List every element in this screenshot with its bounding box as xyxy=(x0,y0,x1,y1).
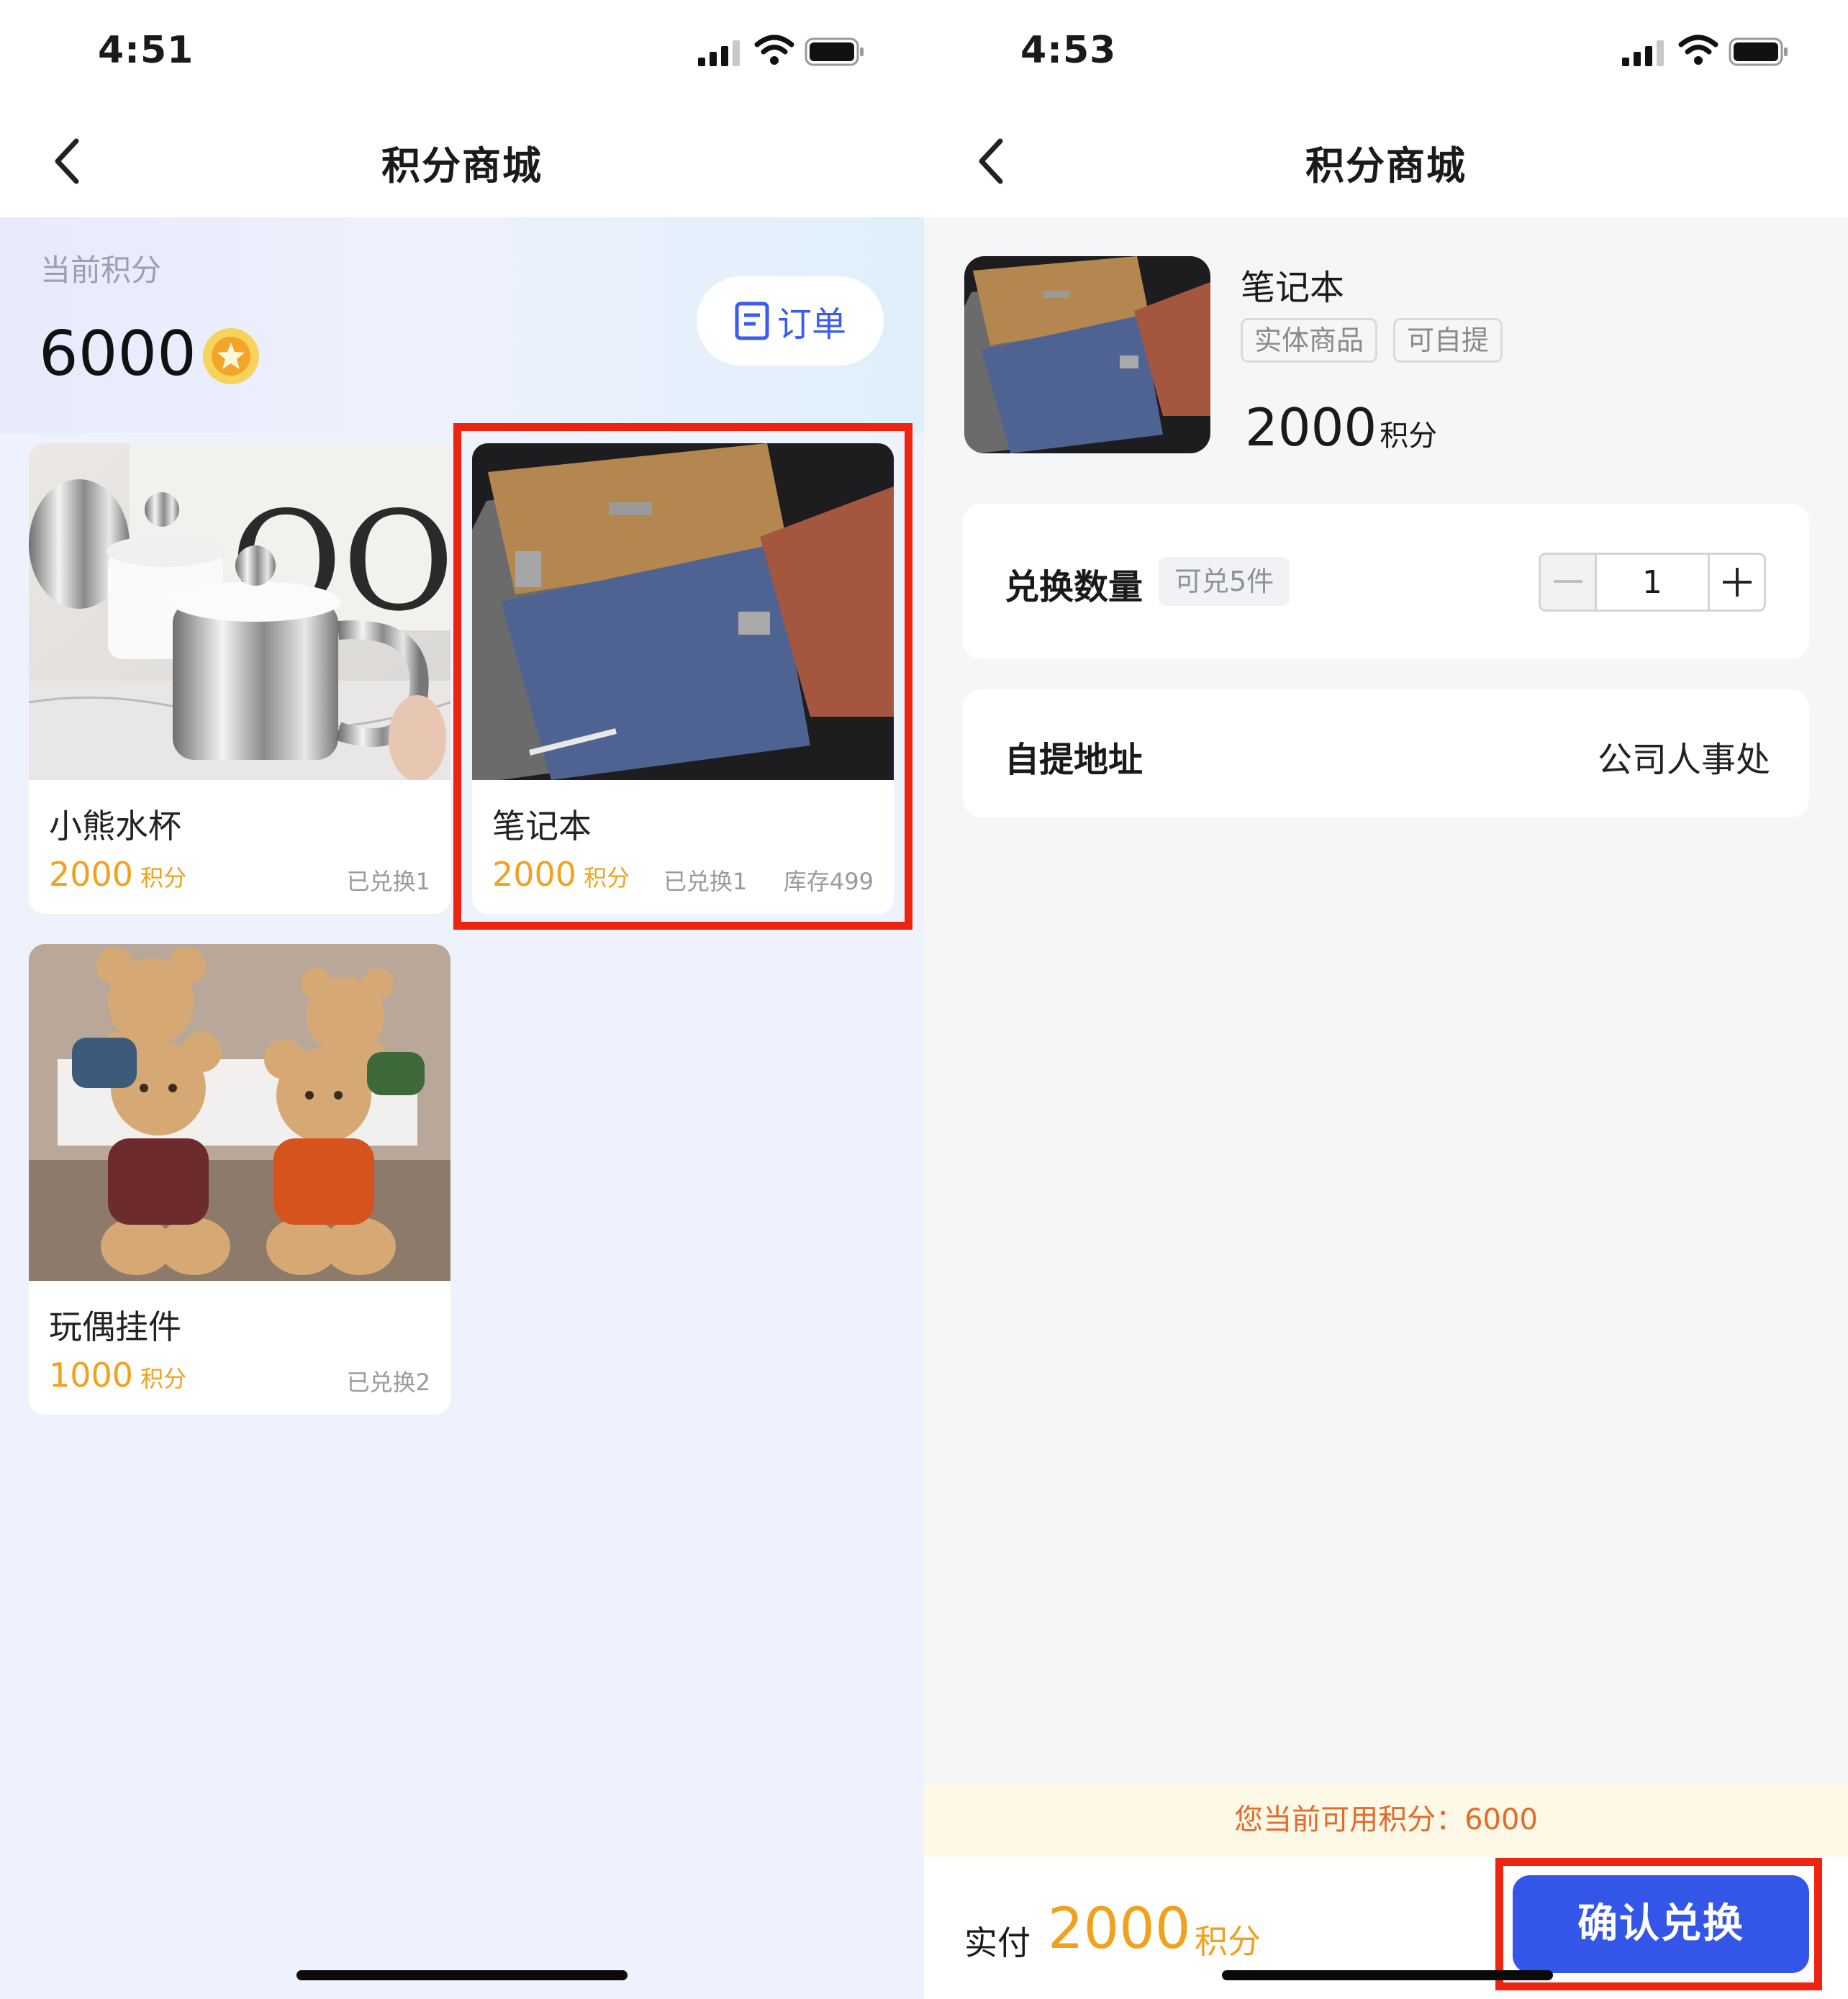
product-summary: 笔记本 实体商品 可自提 2000 积分 xyxy=(924,217,1848,491)
product-redeemed-count: 已兑换1 xyxy=(346,868,430,895)
redeem-detail-screen: 4:53 积分商城 笔记本 实体商品 可自提 2000 积分 兑换数量 可兑5件… xyxy=(924,0,1848,1999)
nav-bar: 积分商城 xyxy=(0,108,924,217)
orders-label: 订单 xyxy=(776,304,846,345)
product-image-mug: OON xyxy=(29,443,450,780)
page-title: 积分商城 xyxy=(1305,143,1467,189)
pickup-address-panel[interactable]: 自提地址 公司人事处 xyxy=(963,689,1809,817)
status-time: 4:53 xyxy=(1020,29,1117,72)
orders-button[interactable]: 订单 xyxy=(697,276,884,366)
product-price: 1000 积分 xyxy=(49,1356,187,1395)
highlight-box-notebook xyxy=(453,423,912,930)
battery-icon xyxy=(805,37,864,66)
product-name: 小熊水杯 xyxy=(49,807,181,846)
available-points-notice: 您当前可用积分：6000 xyxy=(924,1783,1848,1857)
points-value: 6000 xyxy=(39,318,196,390)
pay-label: 实付 xyxy=(964,1923,1031,1962)
quantity-limit-badge: 可兑5件 xyxy=(1159,557,1290,606)
home-indicator xyxy=(1222,1970,1553,1980)
increase-button[interactable] xyxy=(1708,555,1764,609)
minus-icon xyxy=(1553,580,1582,583)
points-summary: 当前积分 6000 订单 xyxy=(0,217,924,433)
pay-amount: 2000 xyxy=(1048,1897,1191,1962)
coin-icon xyxy=(203,328,259,384)
quantity-value[interactable]: 1 xyxy=(1597,555,1708,609)
points-mall-list-screen: 4:51 积分商城 当前积分 6000 订单 OO 小熊水杯 2000 积分 已… xyxy=(0,0,924,1999)
status-bar: 4:51 xyxy=(0,0,924,108)
product-name: 笔记本 xyxy=(1241,268,1345,308)
quantity-panel: 兑换数量 可兑5件 1 xyxy=(963,504,1809,659)
product-price: 2000 积分 xyxy=(49,855,187,894)
tag-physical-goods: 实体商品 xyxy=(1241,318,1378,363)
product-name: 玩偶挂件 xyxy=(49,1307,181,1346)
wifi-icon xyxy=(754,35,794,65)
home-indicator xyxy=(296,1970,628,1980)
quantity-label: 兑换数量 xyxy=(1005,567,1143,607)
battery-icon xyxy=(1729,37,1788,66)
signal-icon xyxy=(1622,40,1664,66)
product-card-plush[interactable]: 玩偶挂件 1000 积分 已兑换2 xyxy=(29,944,450,1415)
product-card-mug[interactable]: OON 小熊水杯 2000积分 已兑换1 xyxy=(29,443,450,914)
signal-icon xyxy=(698,40,740,66)
product-thumbnail xyxy=(964,256,1210,453)
status-time: 4:51 xyxy=(98,29,194,72)
points-label: 当前积分 xyxy=(40,253,162,288)
nav-bar: 积分商城 xyxy=(924,108,1848,217)
pickup-address-label: 自提地址 xyxy=(1005,740,1143,780)
quantity-stepper: 1 xyxy=(1539,553,1766,612)
pay-unit: 积分 xyxy=(1195,1922,1261,1961)
wifi-icon xyxy=(1678,35,1718,65)
page-title: 积分商城 xyxy=(381,143,543,189)
order-list-icon xyxy=(735,302,769,340)
decrease-button[interactable] xyxy=(1541,555,1597,609)
pickup-address-value: 公司人事处 xyxy=(1597,740,1770,780)
tag-self-pickup: 可自提 xyxy=(1393,318,1503,363)
status-bar: 4:53 xyxy=(924,0,1848,108)
plus-icon xyxy=(1722,568,1752,597)
product-image-plush xyxy=(29,944,450,1281)
product-price: 2000 积分 xyxy=(1245,397,1438,458)
product-redeemed-count: 已兑换2 xyxy=(346,1369,430,1396)
